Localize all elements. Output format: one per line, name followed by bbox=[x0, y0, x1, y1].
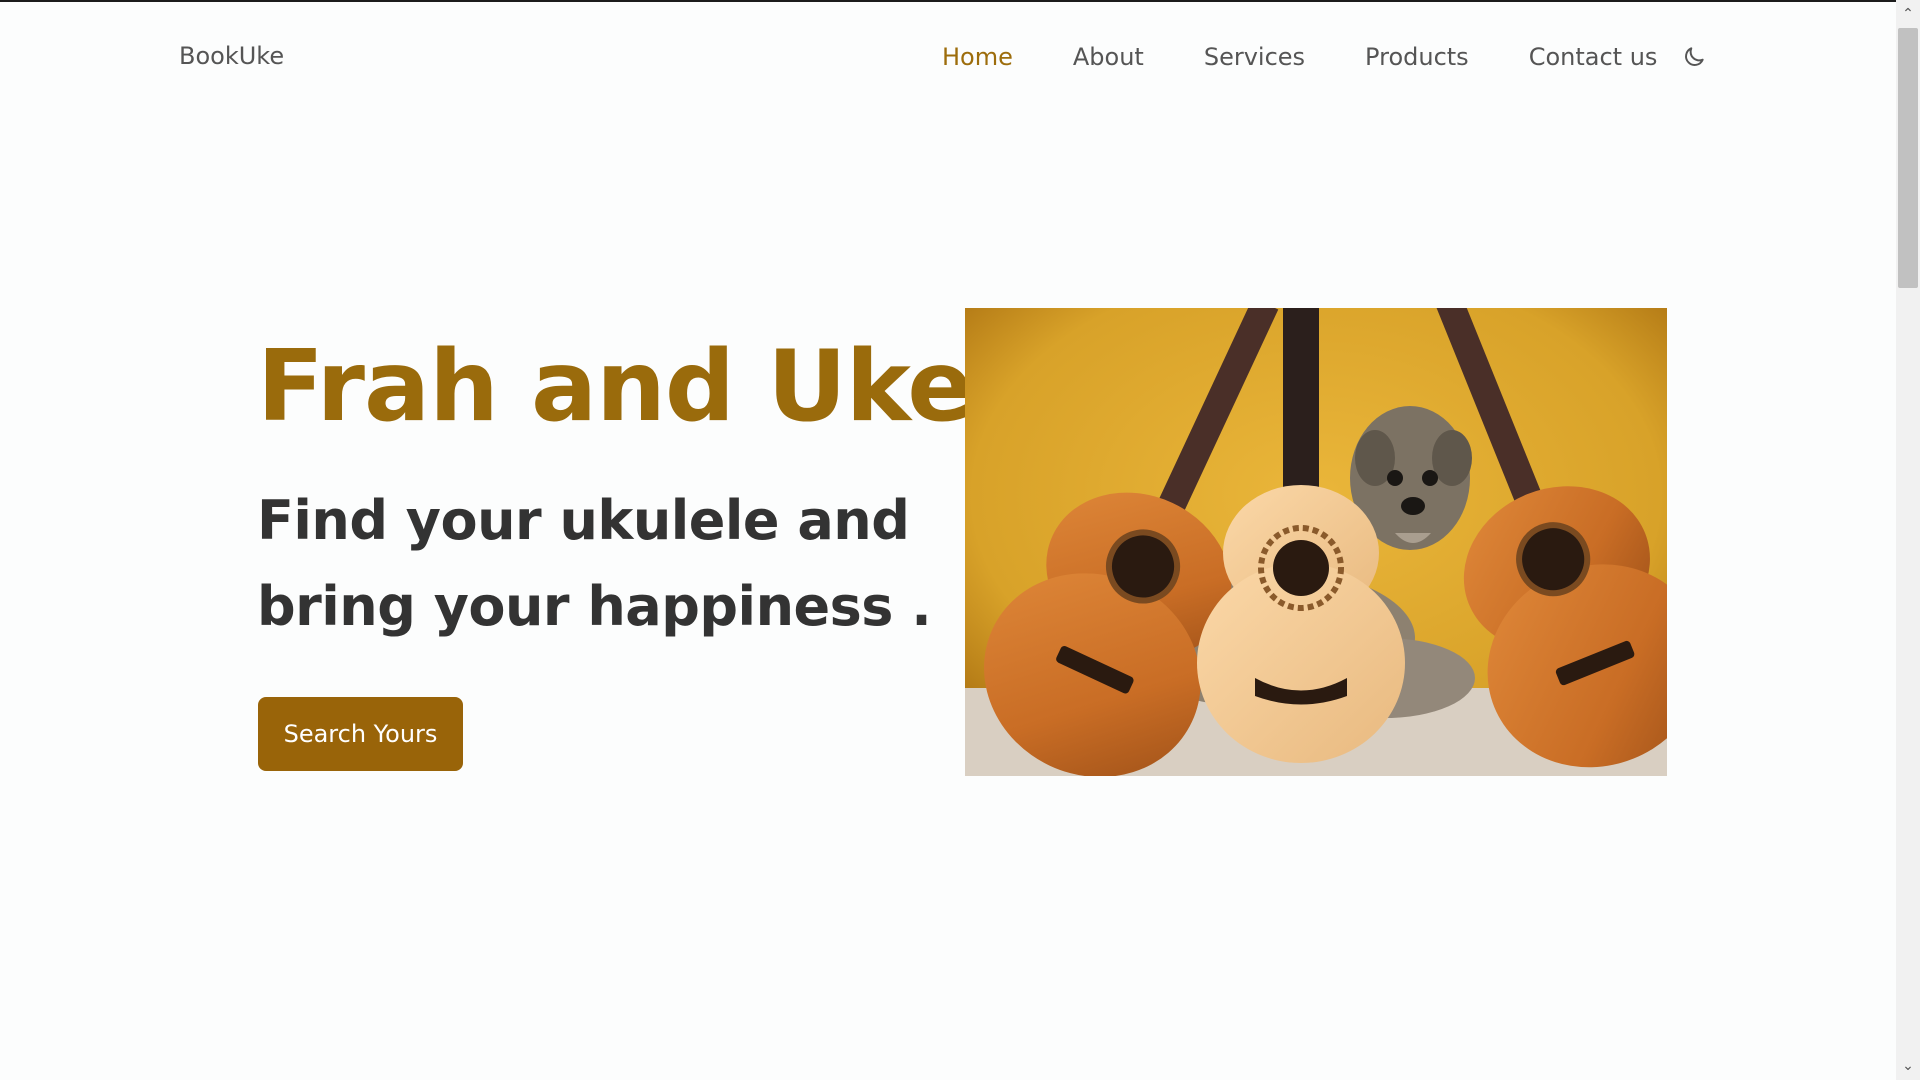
main-nav: Home About Services Products Contact us bbox=[942, 40, 1707, 74]
nav-services[interactable]: Services bbox=[1204, 40, 1305, 74]
scroll-up-arrow-icon[interactable]: ⌃ bbox=[1896, 4, 1920, 24]
ukuleles-dog-illustration bbox=[965, 308, 1667, 776]
nav-home[interactable]: Home bbox=[942, 40, 1013, 74]
nav-contact-us[interactable]: Contact us bbox=[1529, 40, 1658, 74]
nav-products[interactable]: Products bbox=[1365, 40, 1469, 74]
nav-about[interactable]: About bbox=[1073, 40, 1144, 74]
hero-title: Frah and Uke bbox=[257, 330, 974, 444]
moon-icon[interactable] bbox=[1681, 44, 1707, 70]
scroll-thumb[interactable] bbox=[1898, 28, 1918, 288]
scroll-down-arrow-icon[interactable]: ⌄ bbox=[1896, 1056, 1920, 1076]
hero-image bbox=[965, 308, 1667, 776]
search-yours-button[interactable]: Search Yours bbox=[258, 697, 463, 771]
hero-subtitle: Find your ukulele and bring your happine… bbox=[257, 489, 932, 638]
window-top-border bbox=[0, 0, 1920, 2]
vertical-scrollbar[interactable]: ⌃ ⌄ bbox=[1896, 0, 1920, 1080]
brand-logo[interactable]: BookUke bbox=[179, 42, 284, 70]
